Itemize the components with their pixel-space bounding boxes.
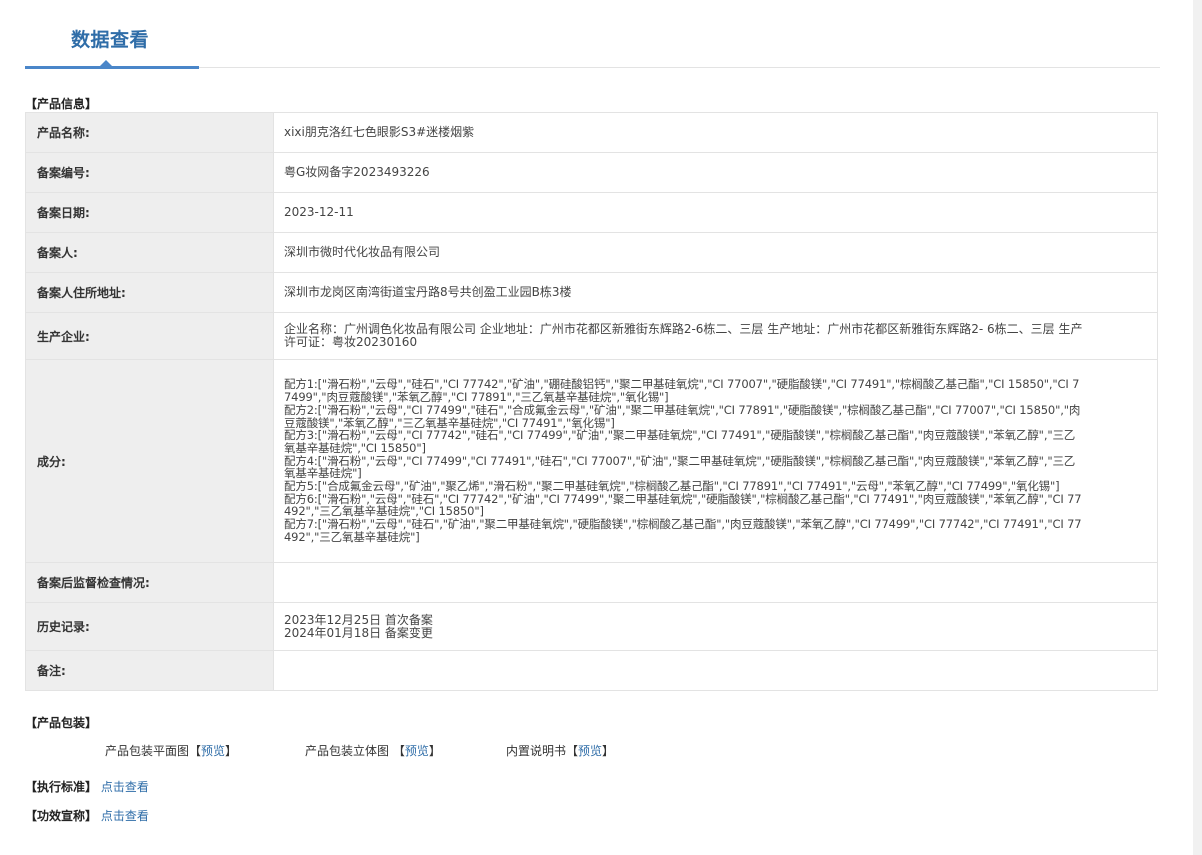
- row-key: 备案日期:: [25, 192, 274, 233]
- record-number-value: 粤G妆网备字2023493226: [273, 152, 1158, 193]
- bracket-close: 】: [602, 744, 615, 758]
- ingredients-value: 配方1:["滑石粉","云母","硅石","CI 77742","矿油","硼硅…: [273, 359, 1158, 563]
- table-row: 生产企业: 企业名称：广州调色化妆品有限公司 企业地址：广州市花都区新雅街东辉路…: [25, 312, 1158, 360]
- active-tab-caret-icon: [100, 60, 112, 66]
- remarks-value: [273, 650, 1158, 691]
- efficacy-label: 【功效宣称】: [25, 809, 98, 823]
- table-row: 备案人住所地址: 深圳市龙岗区南湾街道宝丹路8号共创盈工业园B栋3楼: [25, 272, 1158, 313]
- table-row: 备案编号: 粤G妆网备字2023493226: [25, 152, 1158, 193]
- packaging-section-label: 【产品包装】: [25, 716, 98, 730]
- history-value: 2023年12月25日 首次备案 2024年01月18日 备案变更: [273, 602, 1158, 651]
- efficacy-row: 【功效宣称】 点击查看: [25, 807, 149, 824]
- registrant-address-value: 深圳市龙岗区南湾街道宝丹路8号共创盈工业园B栋3楼: [273, 272, 1158, 313]
- record-date-value: 2023-12-11: [273, 192, 1158, 233]
- row-key: 成分:: [25, 359, 274, 563]
- table-row: 产品名称: xixi朋克洛红七色眼影S3#迷楼烟紫: [25, 112, 1158, 153]
- bracket-close: 】: [225, 744, 238, 758]
- table-row: 备案人: 深圳市微时代化妆品有限公司: [25, 232, 1158, 273]
- registrant-value: 深圳市微时代化妆品有限公司: [273, 232, 1158, 273]
- bracket-close: 】: [428, 744, 441, 758]
- packaging-flat-preview-link[interactable]: 预览: [201, 744, 225, 758]
- efficacy-view-link[interactable]: 点击查看: [101, 809, 149, 823]
- row-key: 生产企业:: [25, 312, 274, 360]
- row-key: 备注:: [25, 650, 274, 691]
- table-row: 备注:: [25, 650, 1158, 691]
- row-key: 备案人住所地址:: [25, 272, 274, 313]
- title-bar: 数据查看: [25, 0, 1160, 69]
- packaging-3d-item: 产品包装立体图 【预览】: [305, 742, 441, 759]
- standard-row: 【执行标准】 点击查看: [25, 778, 149, 795]
- manual-label: 内置说明书【: [506, 744, 579, 758]
- row-key: 备案后监督检查情况:: [25, 562, 274, 603]
- page-title: 数据查看: [71, 29, 150, 51]
- supervision-value: [273, 562, 1158, 603]
- table-row: 备案后监督检查情况:: [25, 562, 1158, 603]
- standard-view-link[interactable]: 点击查看: [101, 780, 149, 794]
- packaging-flat-item: 产品包装平面图【预览】: [105, 742, 237, 759]
- row-key: 产品名称:: [25, 112, 274, 153]
- standard-label: 【执行标准】: [25, 780, 98, 794]
- product-name-value: xixi朋克洛红七色眼影S3#迷楼烟紫: [273, 112, 1158, 153]
- manufacturer-value: 企业名称：广州调色化妆品有限公司 企业地址：广州市花都区新雅街东辉路2-6栋二、…: [273, 312, 1158, 360]
- table-row: 成分: 配方1:["滑石粉","云母","硅石","CI 77742","矿油"…: [25, 359, 1158, 563]
- packaging-3d-preview-link[interactable]: 预览: [405, 744, 429, 758]
- manual-preview-link[interactable]: 预览: [578, 744, 602, 758]
- row-key: 历史记录:: [25, 602, 274, 651]
- page-scrollbar[interactable]: [1193, 0, 1202, 855]
- packaging-flat-label: 产品包装平面图【: [105, 744, 202, 758]
- row-key: 备案人:: [25, 232, 274, 273]
- active-tab-underline: [25, 66, 199, 69]
- row-key: 备案编号:: [25, 152, 274, 193]
- table-row: 历史记录: 2023年12月25日 首次备案 2024年01月18日 备案变更: [25, 602, 1158, 651]
- product-info-table: 产品名称: xixi朋克洛红七色眼影S3#迷楼烟紫 备案编号: 粤G妆网备字20…: [25, 112, 1158, 691]
- table-row: 备案日期: 2023-12-11: [25, 192, 1158, 233]
- manual-item: 内置说明书【预览】: [506, 742, 614, 759]
- packaging-3d-label: 产品包装立体图 【: [305, 744, 405, 758]
- product-info-section-label: 【产品信息】: [25, 97, 98, 111]
